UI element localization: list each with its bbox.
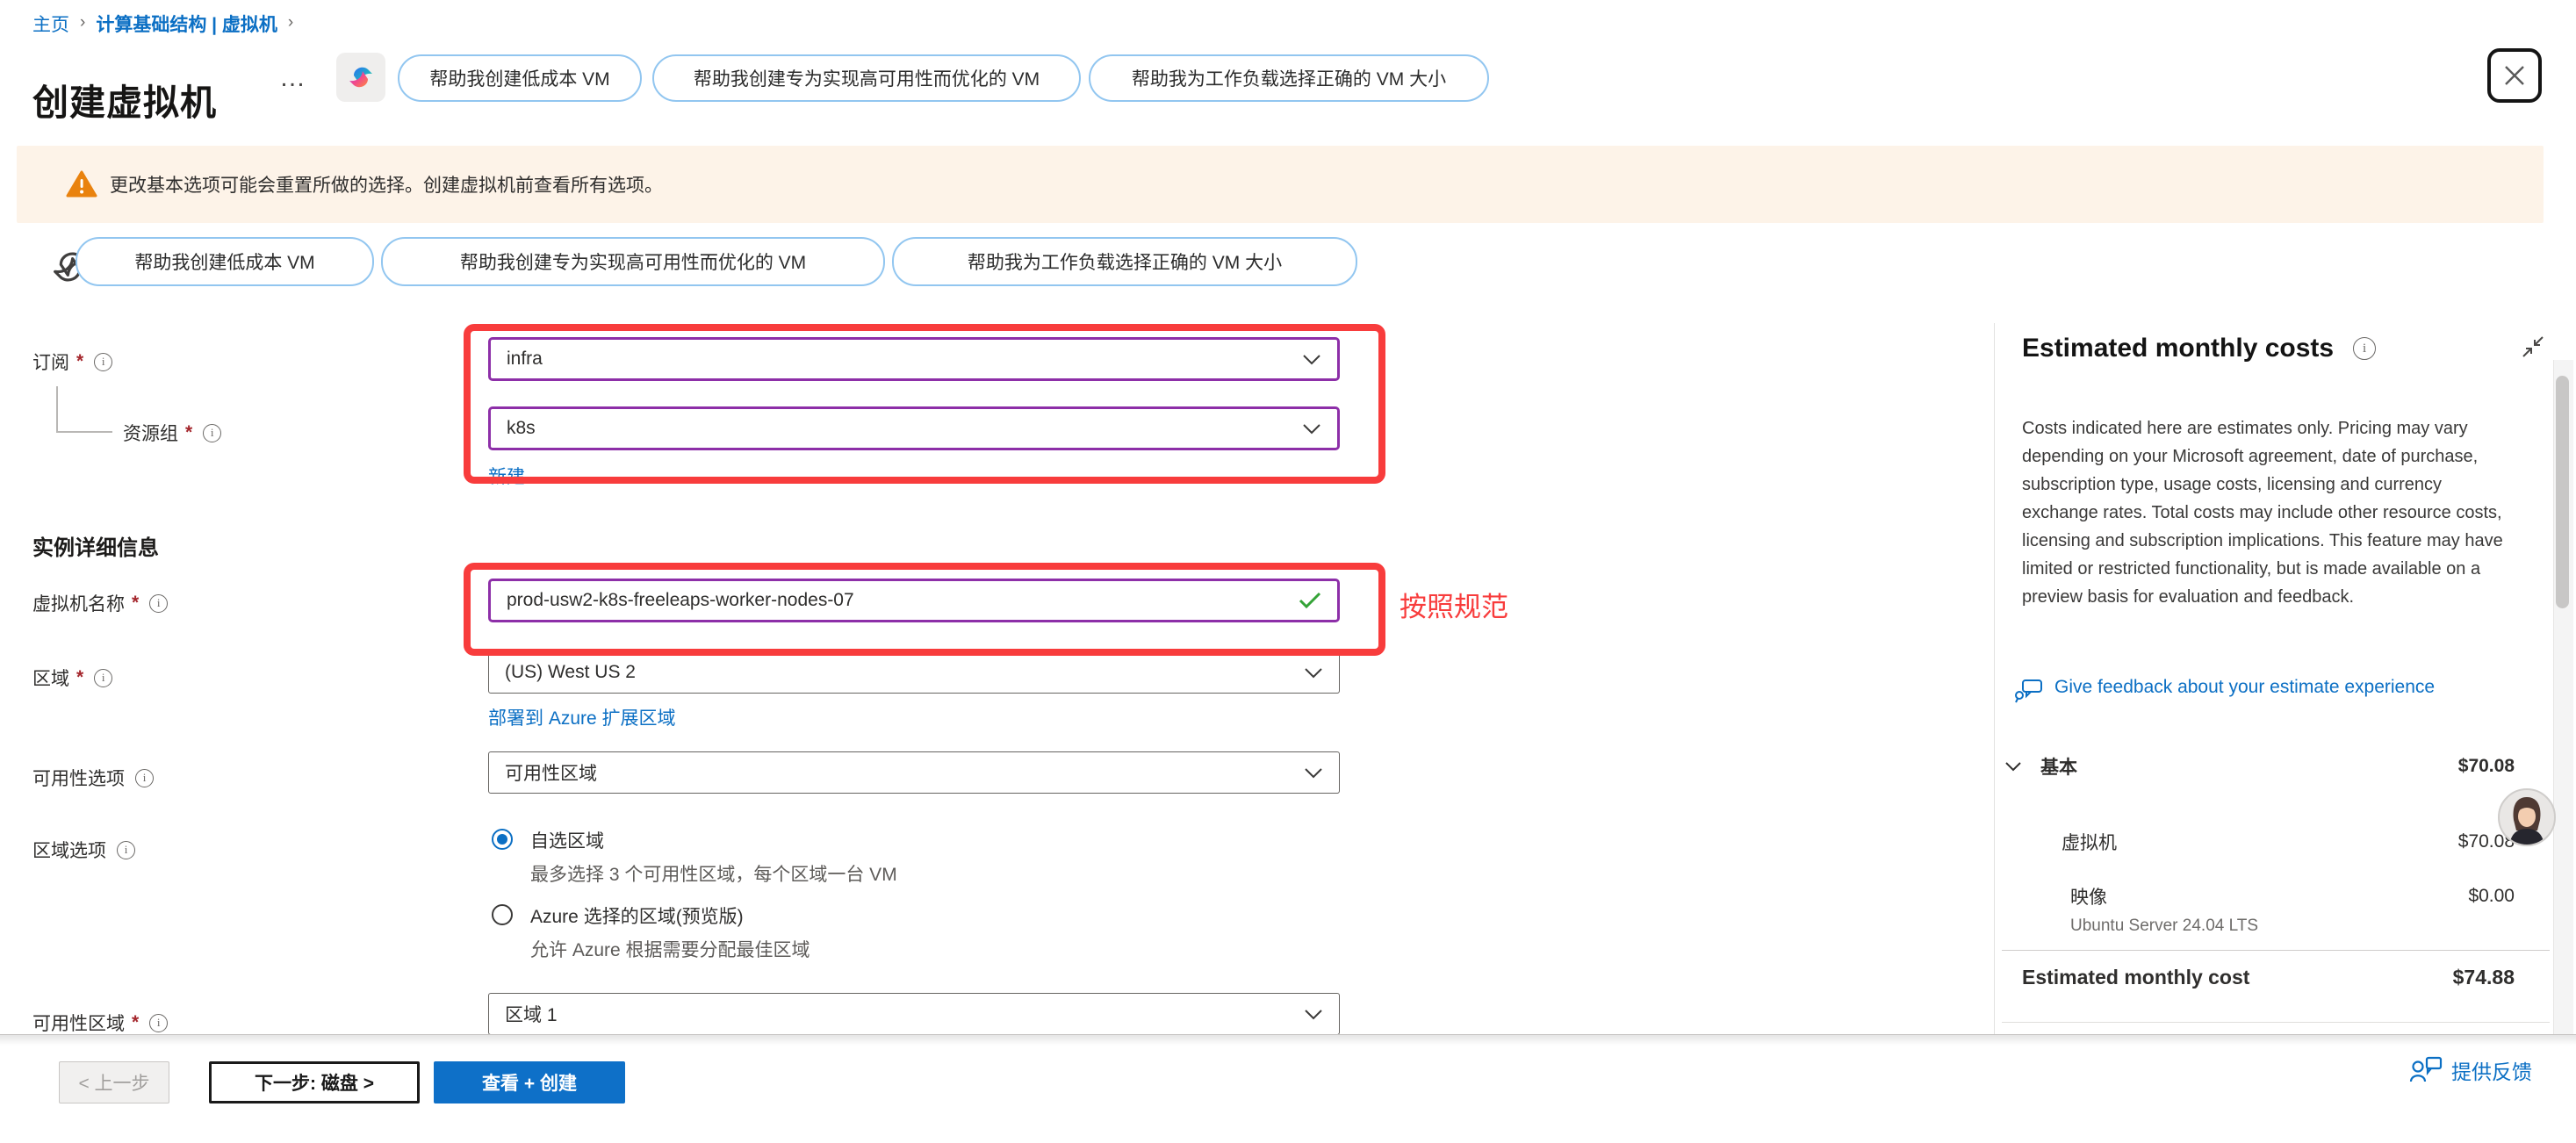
- chevron-down-icon: [2005, 762, 2021, 772]
- subscription-dropdown[interactable]: infra: [488, 337, 1340, 381]
- copilot-suggestion-low-cost-vm[interactable]: 帮助我创建低成本 VM: [398, 54, 642, 102]
- cost-panel-description: Costs indicated here are estimates only.…: [2022, 414, 2519, 611]
- copilot-suggestion-high-availability-vm[interactable]: 帮助我创建专为实现高可用性而优化的 VM: [652, 54, 1081, 102]
- radio-azure-selected-zones-description: 允许 Azure 根据需要分配最佳区域: [530, 936, 810, 962]
- copilot-suggestion-right-vm-size[interactable]: 帮助我为工作负载选择正确的 VM 大小: [892, 237, 1357, 286]
- collapse-panel-icon[interactable]: [2522, 335, 2544, 358]
- chevron-down-icon: [1304, 667, 1323, 679]
- chevron-down-icon: [1302, 354, 1321, 365]
- radio-azure-selected-zones-label[interactable]: Azure 选择的区域(预览版): [530, 902, 744, 929]
- footer-bar: < 上一步 下一步: 磁盘 > 查看 + 创建: [0, 1034, 2576, 1143]
- copilot-logo-icon: [345, 61, 377, 93]
- info-icon[interactable]: [94, 353, 112, 371]
- region-label: 区域*: [32, 665, 112, 691]
- page-title: 创建虚拟机: [32, 73, 217, 126]
- footer-feedback-link[interactable]: 提供反馈: [2409, 1055, 2532, 1085]
- panel-hairline: [2002, 950, 2550, 951]
- field-connector-line: [56, 386, 112, 433]
- close-button[interactable]: [2487, 48, 2542, 103]
- cost-group-row[interactable]: 基本 $70.08: [2005, 753, 2515, 780]
- copilot-suggestion-high-availability-vm[interactable]: 帮助我创建专为实现高可用性而优化的 VM: [381, 237, 885, 286]
- review-create-button[interactable]: 查看 + 创建: [434, 1061, 625, 1103]
- breadcrumb-virtual-machines[interactable]: 计算基础结构 | 虚拟机: [96, 11, 277, 37]
- vertical-scrollbar-thumb[interactable]: [2556, 376, 2569, 608]
- create-vm-page: 主页 › 计算基础结构 | 虚拟机 › 创建虚拟机 … 帮助我创建低成本: [0, 0, 2576, 1143]
- chevron-down-icon: [1304, 767, 1323, 779]
- resource-group-dropdown[interactable]: k8s: [488, 406, 1340, 450]
- instance-details-section-title: 实例详细信息: [32, 530, 159, 561]
- breadcrumb-chevron-icon: ›: [80, 13, 85, 32]
- info-icon[interactable]: [135, 769, 154, 787]
- cost-panel-title: Estimated monthly costs: [2022, 334, 2334, 363]
- panel-hairline: [2002, 1022, 2550, 1023]
- feedback-bubbles-icon: [2014, 678, 2044, 706]
- avatar[interactable]: [2498, 788, 2556, 846]
- close-icon: [2502, 63, 2527, 88]
- cost-row-vm: 虚拟机 $70.08: [2062, 829, 2515, 855]
- info-icon[interactable]: [117, 841, 135, 859]
- copilot-button[interactable]: [336, 53, 385, 102]
- subscription-label: 订阅*: [32, 349, 112, 375]
- radio-azure-selected-zones[interactable]: [492, 904, 513, 925]
- annotation-note: 按照规范: [1400, 585, 1508, 624]
- create-new-resource-group-link[interactable]: 新建: [488, 463, 525, 489]
- warning-icon: [66, 169, 97, 199]
- feedback-person-icon: [2409, 1055, 2443, 1085]
- deploy-extended-zone-link[interactable]: 部署到 Azure 扩展区域: [488, 704, 676, 730]
- availability-zone-label: 可用性区域*: [32, 1010, 168, 1036]
- chevron-down-icon: [1302, 423, 1321, 435]
- cost-row-image: 映像 $0.00: [2070, 883, 2515, 909]
- info-icon[interactable]: [149, 1014, 168, 1032]
- estimate-feedback-link[interactable]: Give feedback about your estimate experi…: [2014, 672, 2476, 706]
- radio-self-selected-zones-description: 最多选择 3 个可用性区域，每个区域一台 VM: [530, 860, 897, 887]
- cost-panel-title-row: Estimated monthly costs: [2022, 334, 2376, 363]
- breadcrumb: 主页 › 计算基础结构 | 虚拟机 ›: [32, 11, 293, 37]
- availability-zone-dropdown[interactable]: 区域 1: [488, 993, 1340, 1035]
- next-disks-button[interactable]: 下一步: 磁盘 >: [209, 1061, 420, 1103]
- breadcrumb-chevron-icon: ›: [288, 13, 293, 32]
- info-icon[interactable]: [2353, 337, 2376, 360]
- copilot-suggestion-low-cost-vm[interactable]: 帮助我创建低成本 VM: [76, 237, 374, 286]
- availability-options-label: 可用性选项: [32, 765, 154, 791]
- cost-total-row: Estimated monthly cost $74.88: [2022, 966, 2515, 989]
- copilot-suggestion-right-vm-size[interactable]: 帮助我为工作负载选择正确的 VM 大小: [1089, 54, 1489, 102]
- valid-check-icon: [1299, 592, 1321, 609]
- panel-divider: [1994, 323, 1995, 1034]
- zone-options-label: 区域选项: [32, 837, 135, 863]
- chevron-down-icon: [1304, 1009, 1323, 1020]
- resource-group-label: 资源组*: [123, 420, 221, 446]
- cost-row-image-sub: Ubuntu Server 24.04 LTS: [2070, 917, 2258, 936]
- vm-name-input[interactable]: prod-usw2-k8s-freeleaps-worker-nodes-07: [488, 579, 1340, 622]
- previous-button[interactable]: < 上一步: [59, 1061, 169, 1103]
- breadcrumb-home[interactable]: 主页: [32, 11, 69, 37]
- vm-name-label: 虚拟机名称*: [32, 590, 168, 616]
- info-icon[interactable]: [94, 669, 112, 687]
- warning-banner: 更改基本选项可能会重置所做的选择。创建虚拟机前查看所有选项。: [17, 146, 2544, 223]
- more-options-button[interactable]: …: [279, 63, 308, 93]
- info-icon[interactable]: [149, 594, 168, 613]
- radio-self-selected-zones[interactable]: [492, 829, 513, 850]
- region-dropdown[interactable]: (US) West US 2: [488, 651, 1340, 694]
- radio-self-selected-zones-label[interactable]: 自选区域: [530, 827, 604, 853]
- availability-options-dropdown[interactable]: 可用性区域: [488, 751, 1340, 794]
- info-icon[interactable]: [203, 424, 221, 442]
- warning-text: 更改基本选项可能会重置所做的选择。创建虚拟机前查看所有选项。: [110, 171, 663, 198]
